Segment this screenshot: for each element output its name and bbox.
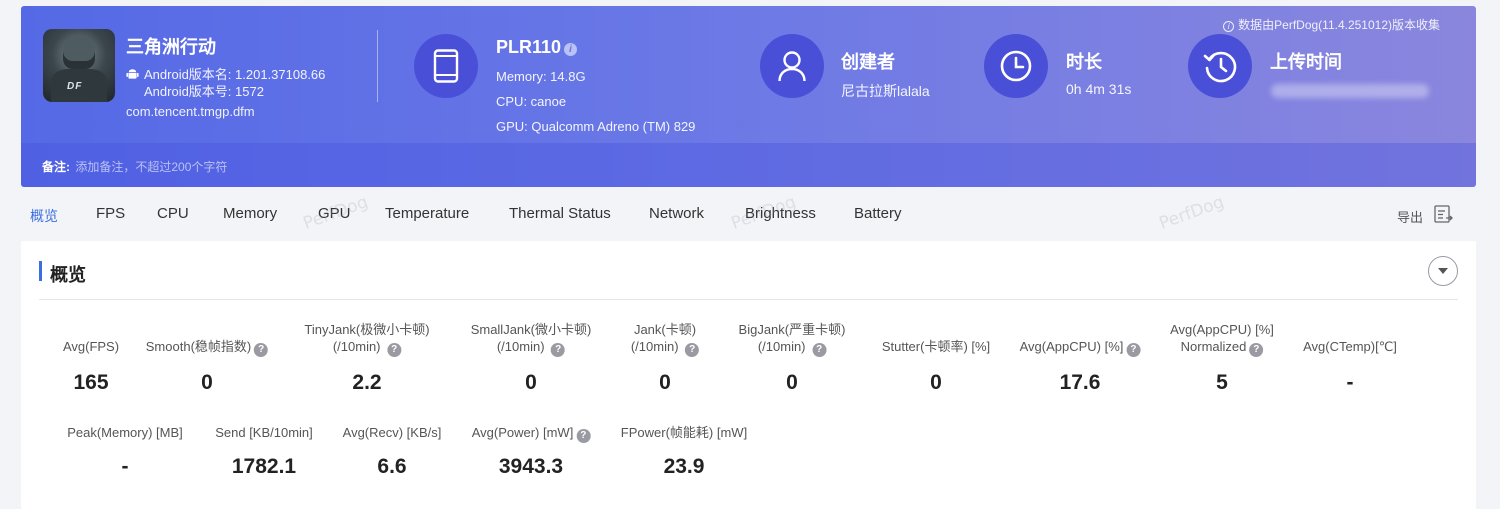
metric-label-avg-power: Avg(Power) [mW]? [472, 424, 591, 443]
tab-overview[interactable]: 概览 [30, 206, 58, 226]
creator-title: 创建者 [841, 52, 895, 72]
help-icon[interactable]: ? [1126, 343, 1141, 357]
tab-brightness[interactable]: Brightness [745, 205, 816, 222]
duration-value: 0h 4m 31s [1066, 81, 1132, 97]
export-icon[interactable] [1434, 205, 1453, 223]
tab-memory[interactable]: Memory [223, 205, 277, 222]
metric-value-avg-fps: 165 [73, 371, 109, 394]
help-icon[interactable]: ? [812, 343, 827, 357]
creator-name: 尼古拉斯lalala [841, 83, 930, 99]
title-accent-bar [39, 261, 42, 281]
metric-value-jank: 0 [659, 371, 671, 394]
overview-card: 概览 Avg(FPS) 165 Smooth(稳帧指数)? 0 TinyJank… [21, 241, 1476, 509]
card-divider [39, 299, 1458, 300]
upload-time-title: 上传时间 [1270, 52, 1342, 72]
metric-value-smalljank: 0 [525, 371, 537, 394]
metric-value-smooth: 0 [201, 371, 213, 394]
chevron-down-icon [1438, 268, 1448, 274]
tab-gpu[interactable]: GPU [318, 205, 351, 222]
device-cpu: CPU: canoe [496, 94, 567, 109]
metric-label-avg-appcpu: Avg(AppCPU) [%]? [1020, 338, 1141, 357]
metric-value-avg-recv: 6.6 [377, 455, 407, 478]
metric-label-smooth: Smooth(稳帧指数)? [146, 338, 269, 357]
device-memory: Memory: 14.8G [496, 69, 586, 84]
metric-value-avg-appcpu-normalized: 5 [1216, 371, 1228, 394]
help-icon[interactable]: ? [551, 343, 566, 357]
user-icon [760, 34, 824, 98]
metric-label-avg-appcpu-normalized: Avg(AppCPU) [%] Normalized? [1170, 322, 1274, 357]
metric-value-bigjank: 0 [786, 371, 798, 394]
history-icon [1188, 34, 1252, 98]
help-icon[interactable]: ? [387, 343, 402, 357]
metric-value-avg-appcpu: 17.6 [1059, 371, 1101, 394]
metric-value-avg-ctemp: - [1346, 371, 1354, 394]
metric-label-jank: Jank(卡顿) (/10min) ? [631, 321, 700, 357]
metric-label-stutter: Stutter(卡顿率) [%] [881, 339, 991, 354]
note-label: 备注: [42, 160, 70, 174]
game-logo: DF [67, 81, 83, 92]
metric-value-fpower: 23.9 [663, 455, 705, 478]
help-icon[interactable]: ? [685, 343, 700, 357]
collect-note-text: 数据由PerfDog(11.4.251012)版本收集 [1238, 18, 1440, 32]
tab-thermal-status[interactable]: Thermal Status [509, 205, 611, 222]
metric-label-smalljank: SmallJank(微小卡顿) (/10min) ? [470, 322, 592, 357]
metric-label-avg-fps: Avg(FPS) [62, 339, 120, 354]
device-model: PLR110 i [496, 37, 578, 58]
app-name: 三角洲行动 [126, 37, 216, 57]
metric-label-send: Send [KB/10min] [215, 425, 313, 440]
metric-value-peak-memory: - [121, 455, 129, 478]
note-input[interactable]: 添加备注，不超过200个字符 [75, 160, 227, 174]
tab-temperature[interactable]: Temperature [385, 205, 469, 222]
duration-title: 时长 [1066, 52, 1102, 72]
metric-value-stutter: 0 [930, 371, 942, 394]
card-title: 概览 [50, 265, 86, 285]
phone-icon [414, 34, 478, 98]
note-bar[interactable]: 备注: 添加备注，不超过200个字符 [21, 143, 1476, 187]
collapse-button[interactable] [1428, 256, 1458, 286]
metric-label-tinyjank: TinyJank(极微小卡顿) (/10min) ? [304, 322, 430, 357]
metric-label-avg-ctemp: Avg(CTemp)[℃] [1303, 339, 1397, 354]
upload-time-value-redacted [1271, 84, 1429, 98]
help-icon[interactable]: ? [254, 343, 269, 357]
report-header: i 数据由PerfDog(11.4.251012)版本收集 DF 三角洲行动 An… [21, 6, 1476, 187]
tab-network[interactable]: Network [649, 205, 704, 222]
help-icon[interactable]: ? [576, 429, 591, 443]
export-button[interactable]: 导出 [1397, 207, 1423, 226]
metric-label-fpower: FPower(帧能耗) [mW] [620, 425, 748, 440]
tab-bar: 概览 FPS CPU Memory GPU Temperature Therma… [0, 200, 1500, 228]
metric-label-avg-recv: Avg(Recv) [KB/s] [342, 425, 442, 440]
header-divider [377, 30, 378, 102]
app-icon: DF [43, 29, 115, 102]
clock-icon [984, 34, 1048, 98]
metric-label-bigjank: BigJank(严重卡顿) (/10min) ? [738, 322, 846, 357]
tab-battery[interactable]: Battery [854, 205, 902, 222]
collect-note: i 数据由PerfDog(11.4.251012)版本收集 [1223, 16, 1440, 33]
metric-value-tinyjank: 2.2 [352, 371, 382, 394]
device-info-icon[interactable]: i [564, 43, 578, 56]
metric-value-send: 1782.1 [231, 455, 297, 478]
android-version-code: Android版本号: 1572 [144, 84, 264, 99]
help-icon[interactable]: ? [1249, 343, 1264, 357]
tab-fps[interactable]: FPS [96, 205, 125, 222]
device-gpu: GPU: Qualcomm Adreno (TM) 829 [496, 119, 696, 134]
info-icon: i [1223, 21, 1235, 32]
android-icon [126, 69, 139, 79]
package-name: com.tencent.tmgp.dfm [126, 104, 255, 119]
tab-cpu[interactable]: CPU [157, 205, 189, 222]
metric-value-avg-power: 3943.3 [498, 455, 564, 478]
metric-label-peak-memory: Peak(Memory) [MB] [67, 425, 183, 440]
